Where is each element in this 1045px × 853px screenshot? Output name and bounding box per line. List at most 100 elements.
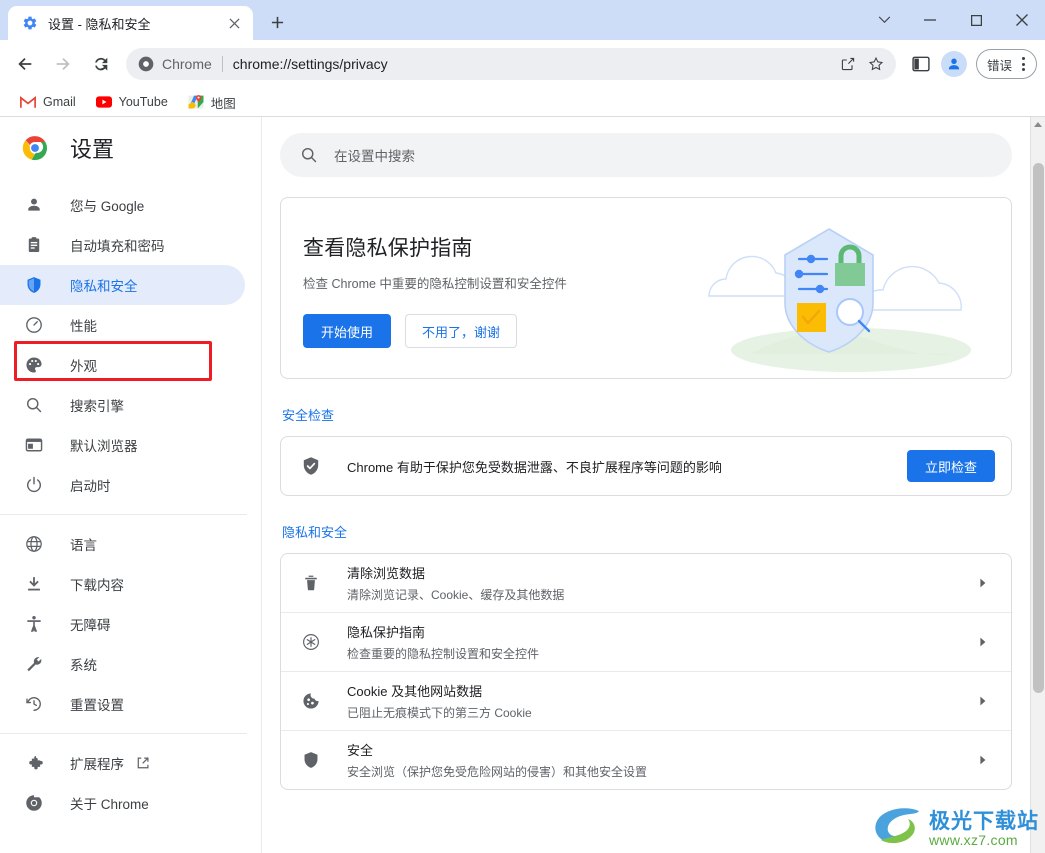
sidebar-nav: 您与 Google 自动填充和密码 隐私和安全 性能 外观 搜索引擎 默认浏览器… xyxy=(0,179,261,823)
search-section: 在设置中搜索 xyxy=(262,117,1030,177)
safety-check-row[interactable]: Chrome 有助于保护您免受数据泄露、不良扩展程序等问题的影响 立即检查 xyxy=(281,437,1011,495)
vertical-scrollbar[interactable] xyxy=(1030,117,1045,853)
window-maximize-button[interactable] xyxy=(953,0,999,40)
cookie-icon xyxy=(301,691,321,711)
speedometer-icon xyxy=(24,315,44,335)
no-thanks-button[interactable]: 不用了，谢谢 xyxy=(405,314,518,348)
scrollbar-up-arrow[interactable] xyxy=(1031,117,1045,131)
sidebar-item-system[interactable]: 系统 xyxy=(0,644,245,684)
safety-check-description: Chrome 有助于保护您免受数据泄露、不良扩展程序等问题的影响 xyxy=(347,459,722,475)
safety-check-section-title: 安全检查 xyxy=(282,408,335,423)
avatar xyxy=(940,51,967,77)
youtube-icon xyxy=(95,94,112,110)
row-clear-browsing-data[interactable]: 清除浏览数据 清除浏览记录、Cookie、缓存及其他数据 xyxy=(281,554,1011,612)
chrome-icon xyxy=(138,56,154,72)
sidebar-item-label: 无障碍 xyxy=(70,618,111,633)
get-started-button[interactable]: 开始使用 xyxy=(303,314,392,348)
sidebar-item-performance[interactable]: 性能 xyxy=(0,305,245,345)
globe-icon xyxy=(24,534,44,554)
browser-toolbar: Chrome chrome://settings/privacy 错误 xyxy=(0,40,1045,88)
privacy-guide-title: 查看隐私保护指南 xyxy=(303,237,473,260)
sidebar-item-label: 重置设置 xyxy=(70,698,124,713)
side-panel-icon[interactable] xyxy=(906,48,936,80)
maps-icon xyxy=(188,94,204,110)
privacy-security-card: 清除浏览数据 清除浏览记录、Cookie、缓存及其他数据 隐私保护指南 检查重要… xyxy=(280,553,1012,790)
row-text: Cookie 及其他网站数据 已阻止无痕模式下的第三方 Cookie xyxy=(347,672,975,730)
sidebar-item-you-and-google[interactable]: 您与 Google xyxy=(0,185,245,225)
forward-button[interactable] xyxy=(47,48,79,80)
sidebar-item-label: 下载内容 xyxy=(70,578,124,593)
sidebar-divider xyxy=(0,514,247,515)
sidebar-item-label: 语言 xyxy=(70,538,97,553)
safety-check-card: Chrome 有助于保护您免受数据泄露、不良扩展程序等问题的影响 立即检查 xyxy=(280,436,1012,496)
chevron-right-icon xyxy=(975,637,991,647)
row-text: 清除浏览数据 清除浏览记录、Cookie、缓存及其他数据 xyxy=(347,554,975,612)
download-icon xyxy=(24,574,44,594)
address-bar[interactable]: Chrome chrome://settings/privacy xyxy=(126,48,896,80)
bookmark-label: Gmail xyxy=(43,95,76,109)
row-text: 安全 安全浏览（保护您免受危险网站的侵害）和其他安全设置 xyxy=(347,731,975,789)
sidebar-item-languages[interactable]: 语言 xyxy=(0,524,245,564)
row-security[interactable]: 安全 安全浏览（保护您免受危险网站的侵害）和其他安全设置 xyxy=(281,730,1011,789)
row-subtitle: 检查重要的隐私控制设置和安全控件 xyxy=(347,647,540,661)
sidebar-item-about-chrome[interactable]: 关于 Chrome xyxy=(0,783,245,823)
privacy-guide-icon xyxy=(301,632,321,652)
search-placeholder: 在设置中搜索 xyxy=(334,149,415,164)
tab-close-icon[interactable] xyxy=(223,12,245,34)
gear-icon xyxy=(22,15,38,31)
share-icon[interactable] xyxy=(834,50,862,78)
sidebar-item-label: 默认浏览器 xyxy=(70,439,138,454)
settings-search-box[interactable]: 在设置中搜索 xyxy=(280,133,1012,177)
bookmarks-bar: Gmail YouTube 地图 xyxy=(0,88,1045,116)
history-restore-icon xyxy=(24,694,44,714)
sidebar-item-label: 您与 Google xyxy=(70,199,145,214)
sidebar-item-appearance[interactable]: 外观 xyxy=(0,345,245,385)
window-minimize-button[interactable] xyxy=(907,0,953,40)
bookmark-gmail[interactable]: Gmail xyxy=(12,90,84,114)
window-close-button[interactable] xyxy=(999,0,1045,40)
bookmark-label: YouTube xyxy=(118,95,168,109)
shield-check-icon xyxy=(301,456,321,476)
sidebar-item-downloads[interactable]: 下载内容 xyxy=(0,564,245,604)
bookmark-maps[interactable]: 地图 xyxy=(180,90,244,114)
tab-title: 设置 - 隐私和安全 xyxy=(48,16,151,32)
sidebar-item-label: 外观 xyxy=(70,359,97,374)
check-now-button[interactable]: 立即检查 xyxy=(906,450,995,482)
settings-page: 设置 您与 Google 自动填充和密码 隐私和安全 性能 外观 搜索引擎 默认… xyxy=(0,117,1045,853)
privacy-guide-subtitle: 检查 Chrome 中重要的隐私控制设置和安全控件 xyxy=(303,277,567,291)
browser-window-icon xyxy=(24,435,44,455)
menu-error-badge: 错误 xyxy=(986,58,1012,73)
sidebar-item-accessibility[interactable]: 无障碍 xyxy=(0,604,245,644)
sidebar-item-default-browser[interactable]: 默认浏览器 xyxy=(0,425,245,465)
sidebar-item-reset-settings[interactable]: 重置设置 xyxy=(0,684,245,724)
scrollbar-thumb[interactable] xyxy=(1033,163,1044,693)
reload-button[interactable] xyxy=(85,48,117,80)
chrome-menu-button[interactable]: 错误 xyxy=(975,49,1037,79)
sidebar-item-label: 性能 xyxy=(70,319,97,334)
row-title: 清除浏览数据 xyxy=(347,566,426,581)
sidebar-item-autofill-passwords[interactable]: 自动填充和密码 xyxy=(0,225,245,265)
browser-tab-settings[interactable]: 设置 - 隐私和安全 xyxy=(8,6,253,40)
sidebar-item-search-engine[interactable]: 搜索引擎 xyxy=(0,385,245,425)
row-privacy-guide[interactable]: 隐私保护指南 检查重要的隐私控制设置和安全控件 xyxy=(281,612,1011,671)
sidebar-item-privacy-security[interactable]: 隐私和安全 xyxy=(0,265,245,305)
new-tab-button[interactable] xyxy=(263,8,291,36)
omnibox-url: chrome://settings/privacy xyxy=(232,56,388,72)
profile-button[interactable] xyxy=(938,48,970,80)
tab-search-chevron-down-icon[interactable] xyxy=(861,0,907,40)
sidebar-item-on-startup[interactable]: 启动时 xyxy=(0,465,245,505)
browser-window: 设置 - 隐私和安全 Chrome chrome://settings/priv… xyxy=(0,0,1045,853)
chevron-right-icon xyxy=(975,578,991,588)
row-subtitle: 清除浏览记录、Cookie、缓存及其他数据 xyxy=(347,588,565,602)
bookmark-star-icon[interactable] xyxy=(862,50,890,78)
sidebar-divider xyxy=(0,733,247,734)
sidebar-item-label: 扩展程序 xyxy=(70,757,124,772)
row-cookies-site-data[interactable]: Cookie 及其他网站数据 已阻止无痕模式下的第三方 Cookie xyxy=(281,671,1011,730)
row-subtitle: 已阻止无痕模式下的第三方 Cookie xyxy=(347,706,532,720)
bookmark-youtube[interactable]: YouTube xyxy=(88,90,176,114)
wrench-icon xyxy=(24,654,44,674)
sidebar-item-extensions[interactable]: 扩展程序 xyxy=(0,743,245,783)
row-title: Cookie 及其他网站数据 xyxy=(347,684,483,699)
settings-title: 设置 xyxy=(70,137,115,162)
back-button[interactable] xyxy=(9,48,41,80)
